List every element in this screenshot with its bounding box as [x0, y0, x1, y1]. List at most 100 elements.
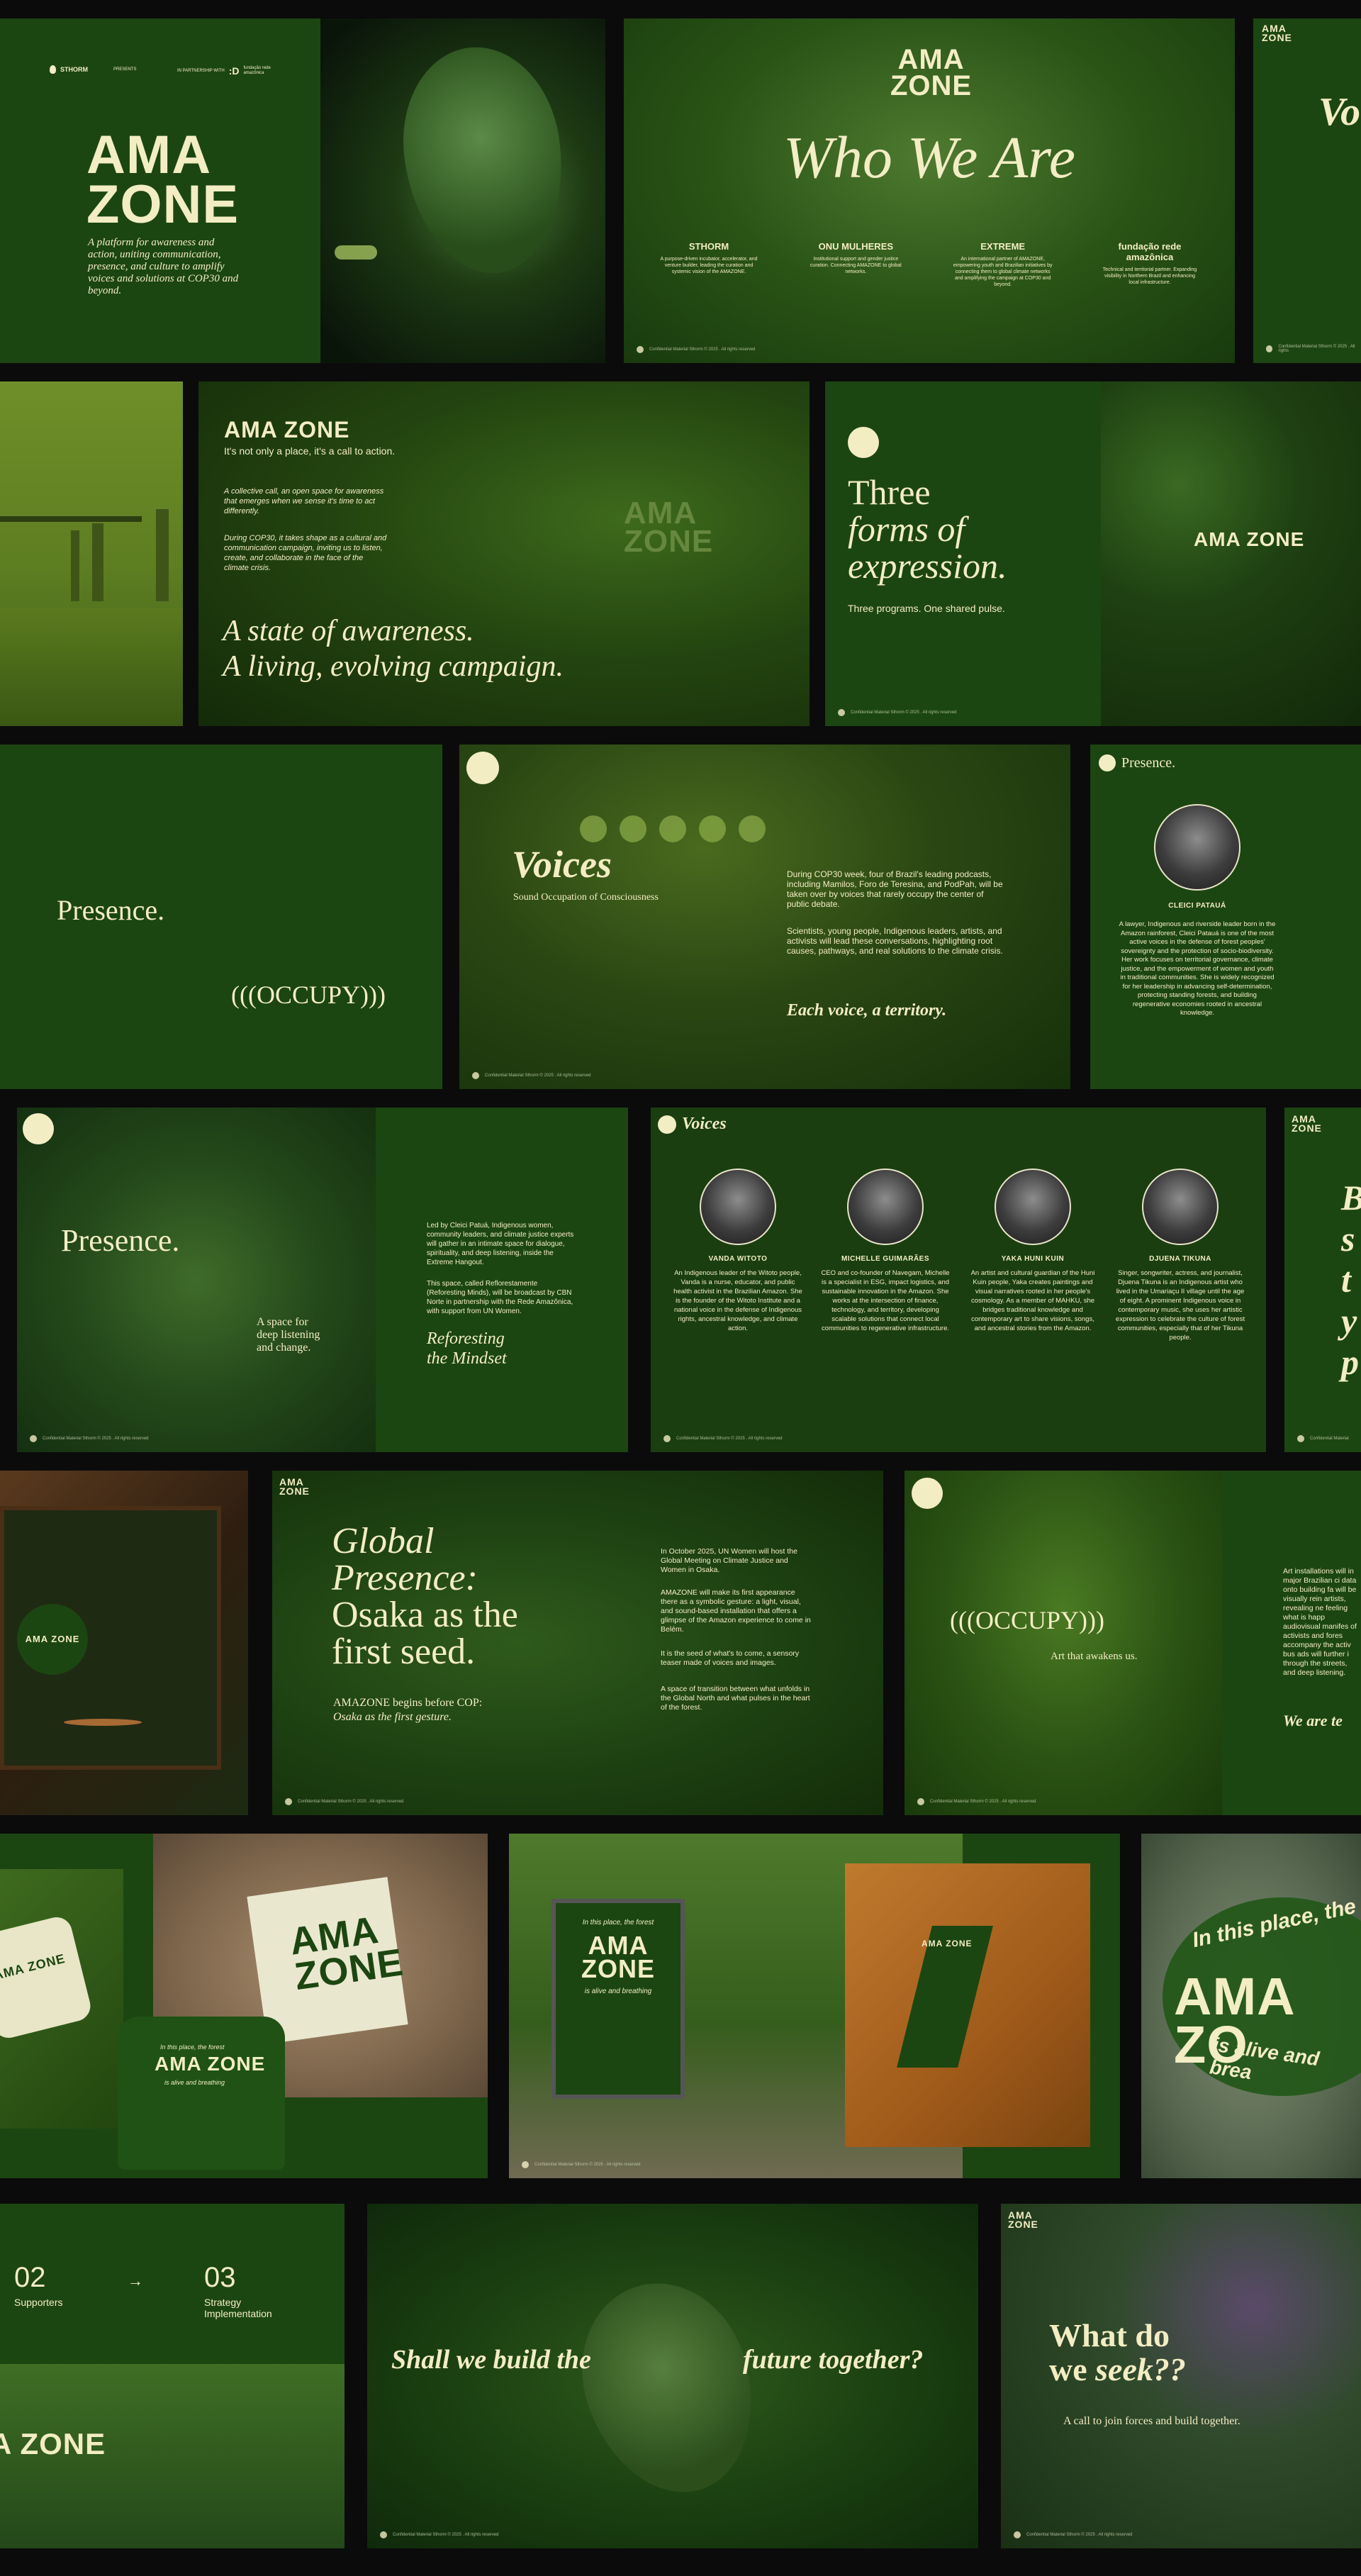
amazone-mark-icon [658, 1115, 676, 1134]
amazone-mark-icon [1297, 1435, 1304, 1442]
sign-logo-line-2: ZONE [581, 1954, 655, 1984]
slide-subtitle: It's not only a place, it's a call to ac… [224, 445, 396, 457]
cover-tagline: A platform for awareness and action, uni… [88, 237, 239, 296]
tote-logo: AMA ZONE [287, 1908, 406, 1998]
slide-voices-people[interactable]: Voices VANDA WITOTO An Indigenous leader… [651, 1108, 1266, 1452]
partner-item: fundação rede amazônica Technical and te… [1100, 241, 1199, 288]
title-line-1: Global [332, 1521, 435, 1561]
shirt-logo: AMA ZONE [155, 2053, 266, 2075]
logo-line-2: ZONE [1008, 2218, 1038, 2230]
amazone-mark-icon [285, 1798, 292, 1805]
arrow-right-icon: → [128, 2272, 143, 2290]
title-line-2: Presence: [332, 1558, 478, 1598]
logo-line-2: ZONE [86, 174, 240, 235]
person-card: DJUENA TIKUNA Singer, songwriter, actres… [1114, 1169, 1246, 1342]
space-line-3: and change. [257, 1342, 311, 1354]
sign-arc-top: In this place, the forest [582, 1919, 654, 1927]
partial-letter: s [1341, 1219, 1355, 1259]
intro-paragraph: During COP30 week, four of Brazil's lead… [787, 869, 1003, 909]
title-line-3: Osaka as the [332, 1595, 518, 1635]
bottom-logo: A ZONE [0, 2427, 106, 2460]
intro-paragraph: Led by Cleici Patuá, Indigenous women, c… [427, 1222, 574, 1266]
slide-title: Voices [682, 1115, 727, 1133]
partnership-label: IN PARTNERSHIP WITH [177, 69, 225, 73]
avatar [700, 1169, 776, 1245]
slide-cover[interactable]: STHORM PRESENTS IN PARTNERSHIP WITH :D f… [0, 18, 320, 363]
title-emphasis: seek?? [1095, 2351, 1186, 2387]
slide-build-together[interactable]: Shall we build the future together? Conf… [367, 2204, 978, 2548]
slide-roadmap-partial[interactable]: 02 Supporters → 03 Strategy Implementati… [0, 2204, 345, 2548]
slide-row-2: AMA ZONE It's not only a place, it's a c… [0, 381, 1361, 726]
shirt-arc-top: In this place, the forest [160, 2043, 225, 2051]
logo-line-1: AMA [86, 125, 212, 185]
shop-window-photo: AMA ZONE [0, 1471, 248, 1815]
slide-footer: Confidential Material Sthorm © 2025 . Al… [30, 1435, 149, 1442]
logo-line-2: ZONE [1262, 31, 1292, 43]
space-line-2: deep listening [257, 1329, 320, 1341]
amazone-mark-icon [380, 2531, 387, 2538]
slide-row-7: 02 Supporters → 03 Strategy Implementati… [0, 2204, 1361, 2548]
person-bio: An Indigenous leader of the Witoto peopl… [673, 1269, 802, 1332]
person-bio: An artist and cultural guardian of the H… [970, 1269, 1095, 1332]
person-name: DJUENA TIKUNA [1149, 1255, 1211, 1263]
slide-who-we-are[interactable]: AMA ZONE Who We Are STHORM A purpose-dri… [624, 18, 1235, 363]
intro-paragraph: During COP30, it takes shape as a cultur… [224, 534, 387, 572]
garden-sign: In this place, the forest AMA ZONE is al… [551, 1899, 685, 2099]
slide-subtitle: A call to join forces and build together… [1063, 2415, 1240, 2427]
slide-row-4: Presence. A space for deep listening and… [0, 1108, 1361, 1452]
slide-presence-reforesting[interactable]: Presence. A space for deep listening and… [17, 1108, 628, 1452]
fundacao-logo-icon: :D [228, 65, 240, 77]
partial-title: Vo [1318, 90, 1361, 134]
slide-voices[interactable]: Voices Sound Occupation of Consciousness… [459, 745, 1070, 1089]
slide-row-5: AMA ZONE AMA ZONE Global Presence: Osaka… [0, 1471, 1361, 1815]
person-card: VANDA WITOTO An Indigenous leader of the… [672, 1169, 804, 1342]
slide-footer: Confidential Material Sthorm © 2025 . Al… [1266, 345, 1361, 353]
person-bio: A lawyer, Indigenous and riverside leade… [1119, 920, 1276, 1017]
slide-footer: Confidential Material Sthorm © 2025 . Al… [472, 1072, 591, 1079]
person-bio: CEO and co-founder of Navegam, Michelle … [821, 1269, 950, 1332]
sub-line-2: Osaka as the first gesture. [333, 1711, 452, 1723]
title-line-1: What do [1049, 2317, 1170, 2353]
avatar [1142, 1169, 1219, 1245]
amazone-mark-icon [637, 346, 644, 353]
slide-merch[interactable]: AMA ZONE AMA ZONE In this place, the for… [0, 1834, 488, 2178]
step-label: Strategy Implementation [204, 2297, 272, 2319]
person-card: YAKA HUNI KUIN An artist and cultural gu… [967, 1169, 1099, 1342]
slide-voices-partial[interactable]: AMA ZONE Vo Confidential Material Sthorm… [1253, 18, 1361, 363]
slide-call-to-action[interactable]: AMA ZONE It's not only a place, it's a c… [198, 381, 810, 726]
slide-row-1: STHORM PRESENTS IN PARTNERSHIP WITH :D f… [0, 18, 1361, 363]
slide-footer: Confidential Material Sthorm © 2025 . Al… [838, 709, 957, 716]
slide-partial-right[interactable]: AMA ZONE B s t y p Confidential Material [1284, 1108, 1361, 1452]
partner-desc: A purpose-driven incubator, accelerator,… [660, 257, 758, 274]
slide-title: Voices [512, 843, 612, 886]
partial-letter: y [1341, 1301, 1357, 1341]
slide-window-decal[interactable]: In this place, the AMA ZO is alive and b… [1141, 1834, 1361, 2178]
partner-logo: EXTREME [980, 241, 1026, 252]
logo-line-2: ZONE [279, 1485, 310, 1497]
closing-line-1: Reforesting [427, 1329, 505, 1348]
amazone-mark-icon [848, 427, 879, 458]
closing-line: We are te [1283, 1712, 1343, 1729]
amazone-mark-icon [912, 1478, 943, 1509]
slide-title: Presence. [61, 1223, 180, 1258]
slide-signage[interactable]: In this place, the forest AMA ZONE is al… [509, 1834, 1120, 2178]
slide-presence-cleici[interactable]: Presence. CLEICI PATAUÁ A lawyer, Indige… [1090, 745, 1361, 1089]
slide-title: Presence. [1121, 754, 1176, 771]
partner-item: EXTREME An international partner of AMAZ… [953, 241, 1053, 288]
closing-line: Each voice, a territory. [787, 1001, 947, 1020]
slide-occupy-art[interactable]: (((OCCUPY))) Art that awakens us. Art in… [904, 1471, 1361, 1815]
shop-sign: AMA ZONE [25, 1634, 80, 1645]
amazone-mark-icon [23, 1113, 54, 1144]
avatar [995, 1169, 1071, 1245]
partner-item: ONU MULHERES Institutional support and g… [806, 241, 905, 288]
forest-photo [1101, 381, 1361, 726]
slide-three-forms[interactable]: Three forms of expression. Three program… [825, 381, 1361, 726]
amazone-mark-icon [30, 1435, 37, 1442]
slide-global-presence[interactable]: AMA ZONE Global Presence: Osaka as the f… [272, 1471, 883, 1815]
presents-label: PRESENTS [113, 67, 137, 72]
sthorm-logo-icon [50, 65, 56, 74]
slide-presence-occupy[interactable]: Presence. (((OCCUPY))) [0, 745, 442, 1089]
slide-what-we-seek[interactable]: AMA ZONE What do we seek?? A call to joi… [1001, 2204, 1361, 2548]
closing-line-2: the Mindset [427, 1349, 507, 1368]
people-grid: VANDA WITOTO An Indigenous leader of the… [672, 1169, 1246, 1342]
